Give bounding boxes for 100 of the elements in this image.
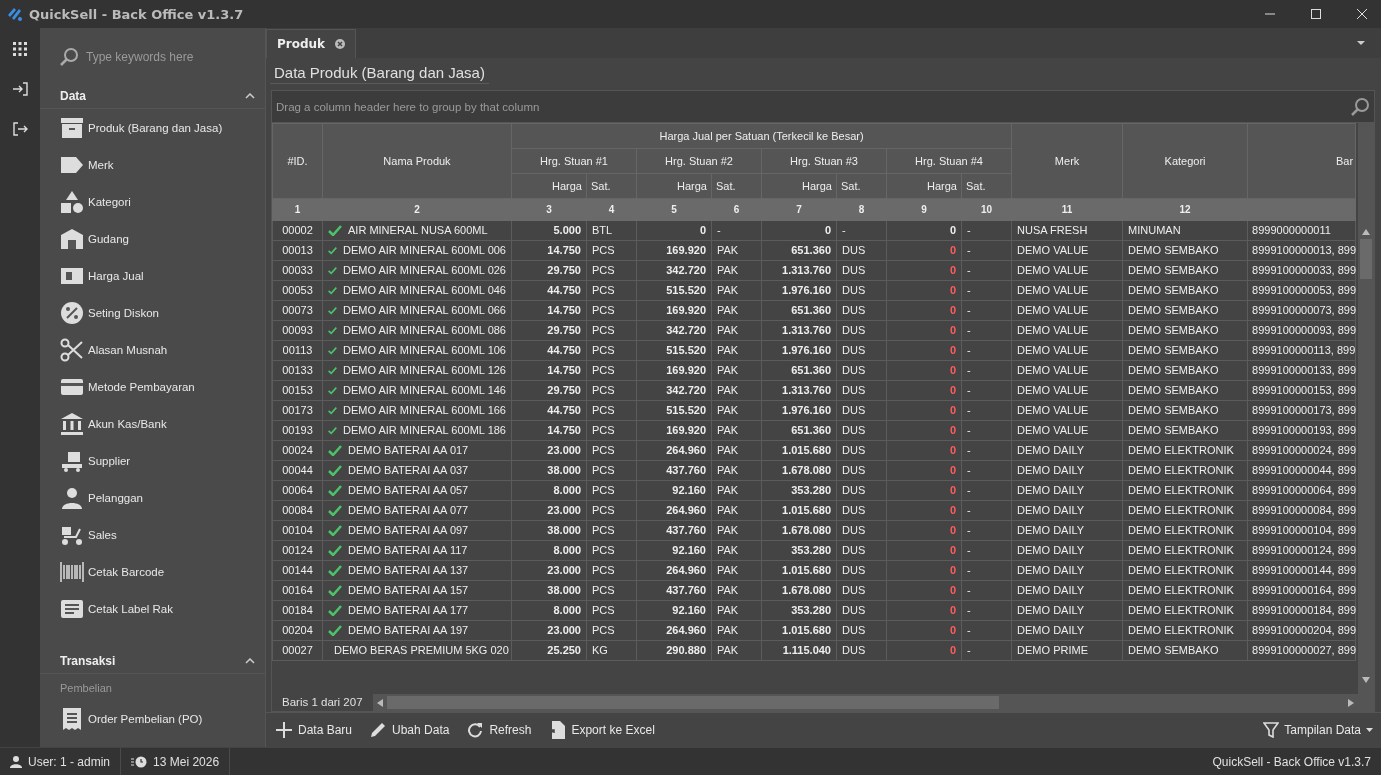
sidebar-item[interactable]: Cetak Label Rak [40, 590, 265, 627]
column-number: 2 [322, 198, 512, 221]
table-cell-text: DEMO AIR MINERAL 600ML 006 [342, 243, 506, 258]
band-header: Hrg. Stuan #3 [761, 148, 887, 174]
group-hint: Drag a column header here to group by that column [276, 100, 540, 113]
table-cell-text: DEMO BATERAI AA 157 [348, 583, 469, 598]
close-icon[interactable] [335, 39, 346, 49]
search-icon[interactable] [1350, 96, 1370, 117]
warehouse-icon [60, 226, 84, 251]
group-panel[interactable]: Drag a column header here to group by that column [272, 91, 1374, 123]
page-title: Data Produk (Barang dan Jasa) [270, 62, 489, 84]
file-export-icon [549, 721, 566, 739]
table-cell: 00153 [272, 380, 323, 401]
table-cell-text: DEMO BATERAI AA 017 [348, 443, 469, 458]
table-cell-text: DEMO AIR MINERAL 600ML 046 [342, 283, 506, 298]
view-menu-button[interactable]: Tampilan Data [1261, 719, 1375, 741]
column-header[interactable]: Nama Produk [322, 123, 512, 199]
sidebar-item[interactable]: Akun Kas/Bank [40, 405, 265, 442]
table-cell-text: DEMO BATERAI AA 137 [348, 563, 469, 578]
table-cell-text: DEMO BATERAI AA 057 [348, 483, 469, 498]
table-cell: 00044 [272, 460, 323, 481]
check-icon [328, 565, 342, 576]
table-cell: 00064 [272, 480, 323, 501]
logout-icon[interactable] [12, 122, 28, 136]
check-icon [328, 385, 337, 396]
tab[interactable]: Produk [266, 29, 357, 58]
section-title: Transaksi [60, 654, 116, 668]
check-icon [328, 245, 337, 256]
collapse-caret-icon[interactable] [245, 658, 255, 664]
band-header: Harga Jual per Satuan (Terkecil ke Besar) [511, 123, 1012, 149]
table-cell: 00193 [272, 420, 323, 441]
scroll-down-icon[interactable] [1362, 677, 1370, 683]
close-icon[interactable] [1357, 9, 1367, 19]
section-title: Data [60, 89, 86, 103]
toolbar-button[interactable]: Ubah Data [368, 719, 452, 741]
toolbar-button[interactable]: Data Baru [274, 719, 355, 741]
band-header: Hrg. Stuan #2 [636, 148, 762, 174]
sidebar-item[interactable]: Merk [40, 146, 265, 183]
table-cell: 00093 [272, 320, 323, 341]
refresh-icon [467, 722, 484, 738]
table-cell-text: DEMO AIR MINERAL 600ML 026 [342, 263, 506, 278]
scroll-left-icon[interactable] [376, 698, 383, 707]
sidebar-item[interactable]: Metode Pembayaran [40, 368, 265, 405]
column-header[interactable]: #ID. [272, 123, 323, 199]
login-icon[interactable] [12, 82, 28, 96]
clock-icon [131, 755, 148, 768]
table-cell: 00144 [272, 560, 323, 581]
table-cell: 00024 [272, 440, 323, 461]
sidebar-item[interactable]: Gudang [40, 220, 265, 257]
scissors-icon [60, 337, 84, 362]
table-cell: 00104 [272, 520, 323, 541]
sidebar-item[interactable]: Order Pembelian (PO) [40, 700, 265, 737]
sidebar-item[interactable]: Pelanggan [40, 479, 265, 516]
check-icon [328, 285, 337, 296]
user-icon [10, 755, 22, 768]
table-cell: 00164 [272, 580, 323, 601]
column-header[interactable]: Merk [1011, 123, 1123, 199]
plus-icon [276, 722, 292, 738]
maximize-icon[interactable] [1311, 9, 1321, 19]
sidebar-item[interactable]: Alasan Musnah [40, 331, 265, 368]
check-icon [328, 625, 342, 636]
table-cell-text: DEMO AIR MINERAL 600ML 166 [342, 403, 506, 418]
shapes-icon [60, 189, 84, 214]
table-cell: 00053 [272, 280, 323, 301]
table-cell: 00173 [272, 400, 323, 421]
sidebar-item[interactable]: Harga Jual [40, 257, 265, 294]
table-cell-text: DEMO BATERAI AA 197 [348, 623, 469, 638]
table-cell-text: DEMO AIR MINERAL 600ML 106 [342, 343, 506, 358]
person-icon [60, 485, 84, 510]
sidebar-item[interactable]: Cetak Barcode [40, 553, 265, 590]
band-header: Hrg. Stuan #1 [511, 148, 637, 174]
pencil-icon [370, 722, 387, 738]
bank-icon [60, 411, 84, 436]
box-icon [60, 115, 84, 140]
sidebar-item[interactable]: Kategori [40, 183, 265, 220]
scroll-up-icon[interactable] [1362, 229, 1370, 235]
table-cell-text: DEMO AIR MINERAL 600ML 146 [342, 383, 506, 398]
apps-grid-icon[interactable] [13, 42, 27, 56]
table-cell-text: DEMO BATERAI AA 077 [348, 503, 469, 518]
toolbar-button[interactable]: Refresh [465, 719, 534, 741]
app-logo-icon [6, 6, 24, 22]
check-icon [328, 485, 342, 496]
search-field[interactable]: Type keywords here [84, 49, 248, 65]
table-cell-text: DEMO BATERAI AA 037 [348, 463, 469, 478]
toolbar-button[interactable]: Export ke Excel [547, 718, 657, 742]
sidebar-item[interactable]: Produk (Barang dan Jasa) [40, 109, 265, 146]
receipt-icon [60, 706, 84, 731]
scroll-right-icon[interactable] [1348, 698, 1354, 707]
band-header: Hrg. Stuan #4 [886, 148, 1012, 174]
column-header[interactable]: Kategori [1122, 123, 1248, 199]
date-label: 13 Mei 2026 [153, 754, 220, 769]
check-icon [328, 265, 337, 276]
column-header[interactable]: Bar [1247, 123, 1356, 199]
sidebar-item[interactable]: Supplier [40, 442, 265, 479]
table-cell-text: DEMO AIR MINERAL 600ML 066 [342, 303, 506, 318]
sidebar-item[interactable]: Sales [40, 516, 265, 553]
sidebar-item[interactable]: Seting Diskon [40, 294, 265, 331]
group-heading: Pembelian [59, 681, 113, 696]
dropdown-caret-icon[interactable] [1357, 41, 1365, 45]
collapse-caret-icon[interactable] [245, 93, 255, 99]
